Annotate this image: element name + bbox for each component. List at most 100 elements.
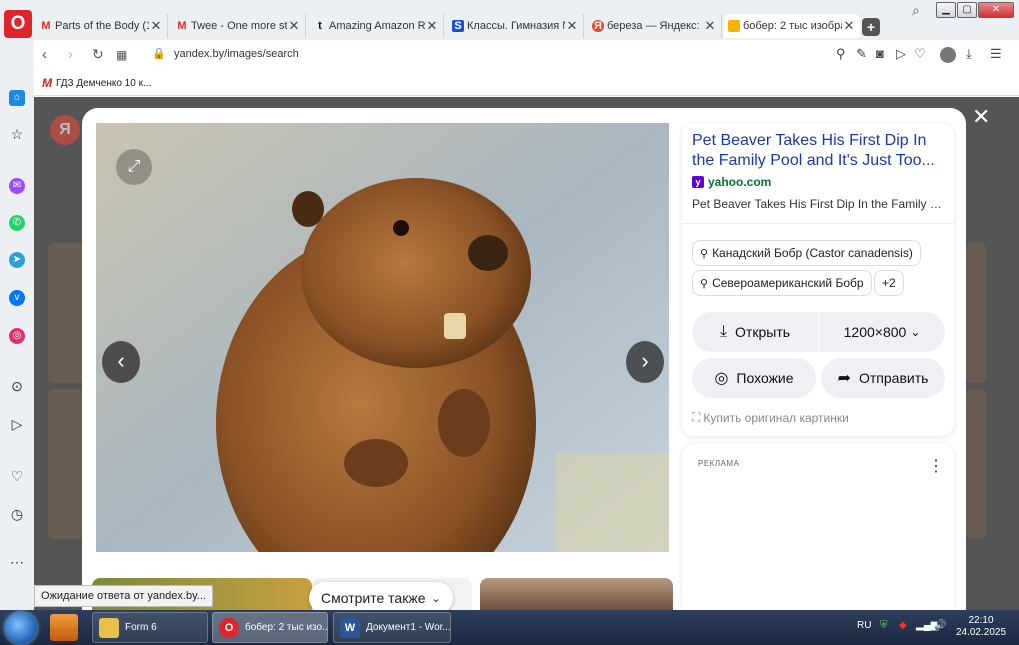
history-icon[interactable]: ◷ [9,506,25,522]
tab-bereza[interactable]: Я береза — Яндекс: наш ✕ [588,14,722,38]
size-select[interactable]: 1200×800 ⌄ [819,312,945,352]
language-indicator[interactable]: RU [857,620,871,631]
star-icon[interactable]: ☆ [9,126,25,142]
frame-icon: ⛶ [692,410,701,424]
instagram-icon[interactable]: ◎ [9,328,25,344]
taskbar-item-form6[interactable]: Form 6 [92,612,208,643]
image-title-link[interactable]: Pet Beaver Takes His First Dip In the Fa… [692,131,947,171]
easy-setup-icon[interactable]: ☰ [990,46,1002,62]
image-viewer-modal: ⤢ ‹ › Смотрите также ⌄ Pet Beaver Takes … [82,108,966,610]
tabs-grid-icon[interactable]: ▦ [116,48,127,62]
gmail-icon: M [41,20,51,32]
bg-thumbnail [48,243,84,383]
share-button[interactable]: ➦ Отправить [821,358,945,398]
new-tab-button[interactable]: + [862,18,880,36]
beaver-photo[interactable]: ⤢ ‹ › [96,123,669,552]
tab-parts-of-body[interactable]: M Parts of the Body (1).pdf ✕ [36,14,168,38]
address-bar: ‹ › ↻ ▦ 🔒 yandex.by/images/search ⚲ ✎ ◙ … [34,40,1019,70]
media-player-icon[interactable] [50,614,78,641]
browser-window: O M Parts of the Body (1).pdf ✕ M Twee -… [0,0,1019,610]
profile-avatar[interactable] [940,47,956,63]
chip-canadian-beaver[interactable]: ⚲ Канадский Бобр (Castor canadensis) [692,240,921,266]
tab-bober-active[interactable]: бобер: 2 тыс изображен ✕ [724,14,860,38]
opera-sidebar: ⌂ ☆ ✉ ✆ ➤ v ◎ ⊙ ▷ ♡ ◷ ⋯ [0,40,34,610]
messenger-icon[interactable]: ✉ [9,178,25,194]
tab-close-icon[interactable]: ✕ [287,18,301,34]
next-arrow-button[interactable]: › [626,341,664,383]
image-info-panel: Pet Beaver Takes His First Dip In the Fa… [682,123,954,436]
gmail-icon: M [177,20,187,32]
tab-close-icon[interactable]: ✕ [149,18,163,34]
tray-shield-icon[interactable]: ⛨ [880,620,888,631]
opera-logo[interactable]: O [4,10,32,38]
tab-gymnasium[interactable]: S Классы. Гимназия № 2 ✕ [448,14,584,38]
tab-close-icon[interactable]: ✕ [565,18,579,34]
download-icon[interactable]: ⤓ [966,46,972,62]
bg-thumbnail [966,389,986,539]
volume-icon[interactable]: 🔊 [934,620,946,631]
open-button[interactable]: ⤓ Открыть [692,312,818,352]
back-icon[interactable]: ‹ [42,46,47,63]
flow-icon[interactable]: ▷ [9,416,25,432]
search-icon: ⚲ [700,247,709,260]
favorites-heart-icon[interactable]: ♡ [9,468,25,484]
more-options-icon[interactable]: ⋮ [928,456,944,476]
close-viewer-icon[interactable]: ✕ [972,104,990,130]
image-description: Pet Beaver Takes His First Dip In the Fa… [692,197,944,211]
lock-icon[interactable]: 🔒 [152,47,166,60]
see-also-button[interactable]: Смотрите также ⌄ [309,582,453,610]
source-link[interactable]: y yahoo.com [692,175,771,189]
tab-amazon-rainforest[interactable]: t Amazing Amazon Rainfo ✕ [310,14,444,38]
windows-taskbar: Form 6 O бобер: 2 тыс изо... W Документ1… [0,610,1019,645]
search-tabs-icon[interactable]: ⌕ [912,2,920,19]
start-button[interactable] [5,612,37,644]
whatsapp-icon[interactable]: ✆ [9,215,25,231]
zoom-icon[interactable]: ⚲ [836,46,846,62]
share-arrow-icon: ➦ [837,370,851,387]
tab-bar: O M Parts of the Body (1).pdf ✕ M Twee -… [0,0,1019,40]
tab-close-icon[interactable]: ✕ [425,18,439,34]
yahoo-icon: y [692,176,704,188]
expand-icon[interactable]: ⤢ [116,149,152,185]
buy-original-link[interactable]: ⛶ Купить оригинал картинки [692,410,849,425]
vk-icon[interactable]: v [9,290,25,306]
clock[interactable]: 22:10 24.02.2025 [955,615,1007,639]
taskbar-item-word[interactable]: W Документ1 - Wor... [333,612,451,643]
folder-icon [99,617,119,638]
camera-icon[interactable]: ◙ [876,46,884,61]
heart-icon[interactable]: ♡ [914,46,926,62]
status-bar: Ожидание ответа от yandex.by... [34,585,213,607]
tab-close-icon[interactable]: ✕ [703,18,717,34]
taskbar-item-opera[interactable]: O бобер: 2 тыс изо... [212,612,328,643]
edit-icon[interactable]: ✎ [856,46,867,62]
url-field[interactable]: yandex.by/images/search [174,48,299,60]
forward-icon[interactable]: › [68,46,73,63]
lens-icon: ◎ [714,370,729,387]
tab-close-icon[interactable]: ✕ [842,18,856,34]
yandex-logo[interactable]: Я [50,115,80,145]
minimize-button[interactable]: ▁ [936,2,956,18]
prev-arrow-button[interactable]: ‹ [102,341,140,383]
bg-thumbnail [966,243,986,383]
tab-twee[interactable]: M Twee - One more step a ✕ [172,14,306,38]
window-close-button[interactable]: ✕ [978,2,1014,18]
maximize-button[interactable]: ▢ [957,2,977,18]
home-icon[interactable]: ⌂ [9,90,25,106]
tray-antivirus-icon[interactable]: ◆ [899,620,907,631]
school-icon: S [452,20,464,32]
related-thumbnail[interactable] [480,578,673,610]
similar-button[interactable]: ◎ Похожие [692,358,816,398]
extensions-icon[interactable]: ⋯ [9,554,25,570]
chip-north-american-beaver[interactable]: ⚲ Североамериканский Бобр [692,270,872,296]
telegram-icon[interactable]: ➤ [9,252,25,268]
bookmark-favicon-icon: M [42,76,52,90]
chevron-down-icon: ⌄ [910,325,921,339]
send-icon[interactable]: ▷ [896,46,906,62]
reload-icon[interactable]: ↻ [92,46,104,63]
download-icon: ⤓ [719,323,728,340]
player-icon[interactable]: ⊙ [9,378,25,394]
opera-icon: O [219,617,239,638]
chip-more[interactable]: +2 [874,270,904,296]
bookmark-gdz[interactable]: M ГДЗ Демченко 10 к... [42,76,151,90]
tumblr-icon: t [318,20,322,32]
